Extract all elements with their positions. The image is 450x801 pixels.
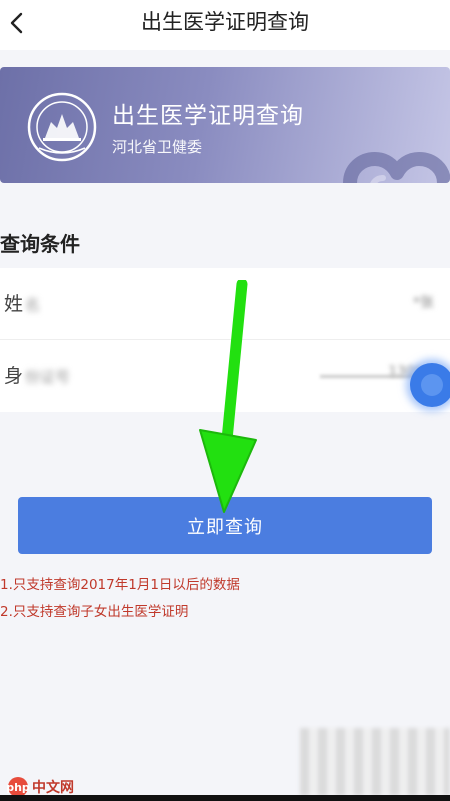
emblem-icon (27, 92, 97, 162)
page-title: 出生医学证明查询 (141, 10, 309, 34)
banner-title: 出生医学证明查询 (112, 103, 304, 129)
watermark-logo: php (6, 777, 30, 797)
banner: 出生医学证明查询 河北省卫健委 (0, 67, 450, 183)
note-item: 2.只支持查询子女出生医学证明 (0, 604, 189, 620)
blurred-watermark-area (300, 728, 450, 796)
id-number-field-label: 身份证号 (4, 365, 71, 387)
section-title: 查询条件 (0, 232, 80, 256)
bottom-strip (0, 795, 450, 801)
name-field-value: *张 (413, 295, 434, 311)
green-arrow-icon (199, 280, 257, 513)
heart-icon (343, 152, 450, 183)
watermark-text: 中文网 (32, 780, 74, 796)
banner-subtitle: 河北省卫健委 (112, 138, 203, 156)
id-number-masked-bar (320, 375, 420, 378)
note-item: 1.只支持查询2017年1月1日以后的数据 (0, 577, 240, 593)
name-field-label: 姓名 (4, 293, 41, 315)
floating-assist-button[interactable] (410, 363, 450, 407)
top-bar: 出生医学证明查询 (0, 0, 450, 50)
